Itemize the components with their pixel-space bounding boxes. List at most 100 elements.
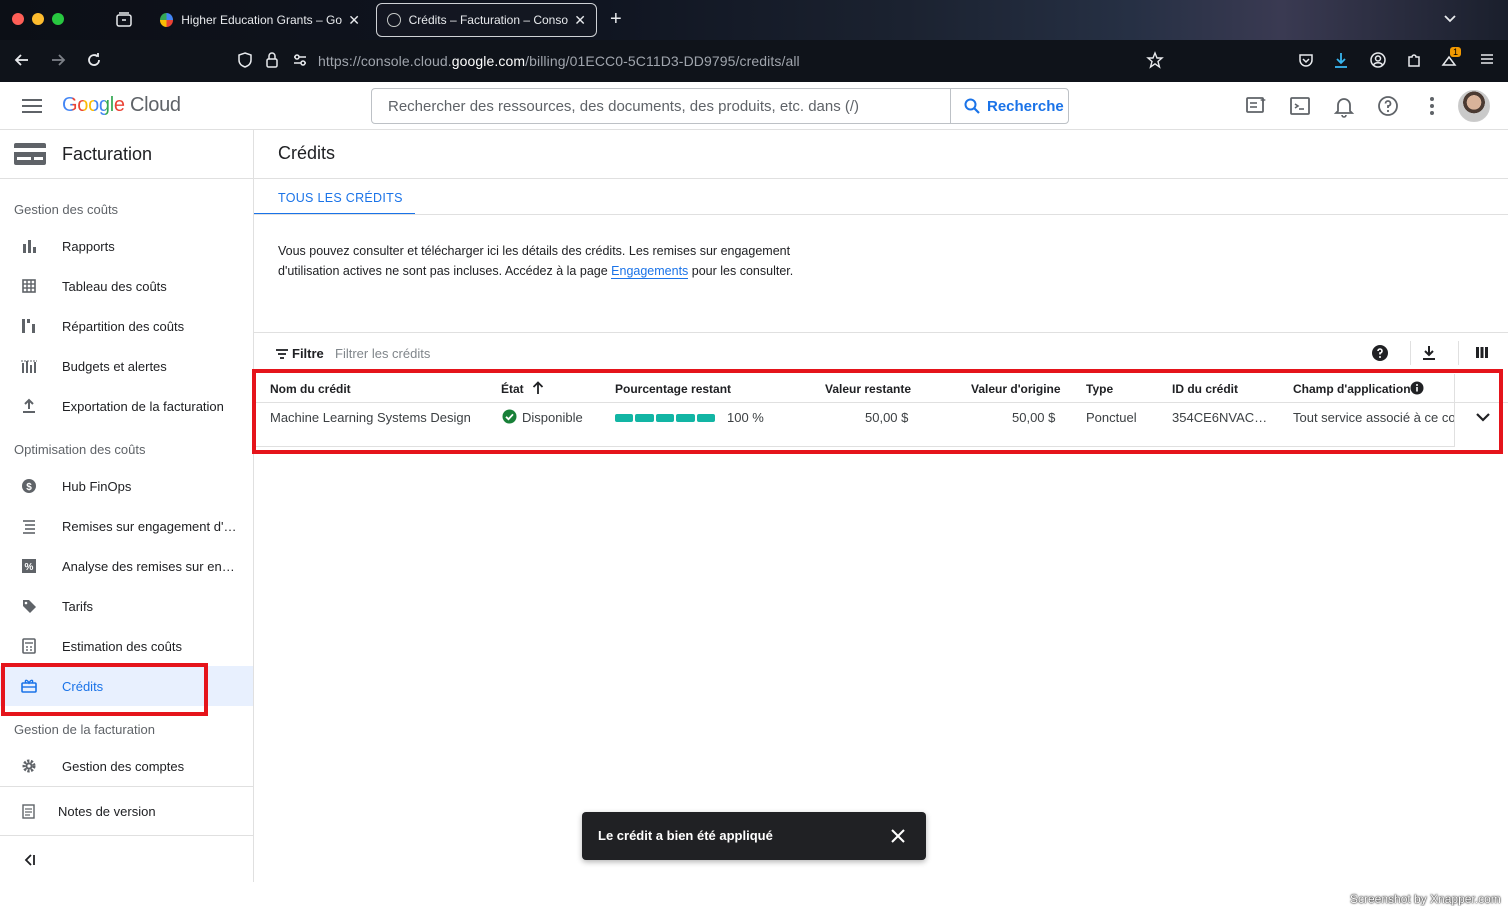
gemini-chat-icon[interactable] [1244,94,1268,118]
column-help-icon[interactable] [1371,344,1389,362]
search-icon [964,98,980,114]
sidebar-item-label: Notes de version [58,804,156,819]
billing-card-icon [14,143,46,165]
reload-icon[interactable] [84,51,104,74]
tab-title: Higher Education Grants – Goog [181,13,343,27]
search-button-label: Recherche [987,97,1064,115]
sidebar-item-analyse-remises[interactable]: % Analyse des remises sur engagement [0,546,253,586]
sidebar-item-gestion-des-comptes[interactable]: Gestion des comptes [0,746,253,786]
search-box[interactable]: Rechercher des ressources, des documents… [371,88,1069,124]
app-menu-icon[interactable] [1477,51,1497,72]
search-button[interactable]: Recherche [950,89,1069,123]
sidebar-item-label: Budgets et alertes [62,359,167,374]
minimize-window-button[interactable] [32,13,44,25]
filter-icon[interactable] [275,347,289,359]
sidebar-item-repartition-des-couts[interactable]: Répartition des coûts [0,306,253,346]
search-input[interactable]: Rechercher des ressources, des documents… [388,98,859,115]
new-tab-icon[interactable]: + [610,8,622,31]
sidebar-item-budgets-et-alertes[interactable]: Budgets et alertes [0,346,253,386]
pocket-icon[interactable] [1296,51,1316,74]
sidebar-item-label: Analyse des remises sur engagement [62,559,240,574]
filter-input[interactable]: Filtrer les crédits [335,346,430,361]
sidebar-item-estimation-des-couts[interactable]: Estimation des coûts [0,626,253,666]
notes-icon [21,803,37,819]
help-icon[interactable] [1376,94,1400,118]
tab-all-credits[interactable]: TOUS LES CRÉDITS [254,180,415,215]
forward-icon[interactable] [48,51,68,74]
logo-google: Google [62,94,125,116]
account-icon[interactable] [1368,51,1388,74]
section-cost-optimization: Optimisation des coûts [14,442,146,457]
sidebar-item-label: Tarifs [62,599,94,614]
list-all-tabs-icon[interactable] [1442,10,1458,31]
snackbar-close-icon[interactable] [888,826,908,846]
toolbar-divider [1458,341,1459,365]
google-cloud-logo[interactable]: Google Cloud [62,94,181,117]
percent-icon: % [21,558,37,574]
section-cost-management: Gestion des coûts [14,202,119,217]
sidebar-divider [0,835,253,836]
close-window-button[interactable] [12,13,24,25]
sidebar-item-label: Gestion des comptes [62,759,185,774]
url-path: /billing/01ECC0-5C11D3-DD9795/credits/al… [525,53,800,69]
url-prefix: https://console.cloud. [318,53,452,69]
snackbar-message: Le crédit a bien été appliqué [598,828,773,843]
sidebar-item-label: Exportation de la facturation [62,399,224,414]
download-icon[interactable] [1331,51,1351,74]
tab-credits-console[interactable]: Crédits – Facturation – Console ✕ [376,3,597,37]
tracking-protection-icon[interactable] [235,51,255,74]
maximize-window-button[interactable] [52,13,64,25]
title-divider [254,178,1508,179]
highlight-table-annotation [252,369,1503,454]
tab-higher-education-grants[interactable]: Higher Education Grants – Goog ✕ [150,3,370,37]
engagements-link[interactable]: Engagements [611,264,689,279]
sidebar-item-label: Hub FinOps [62,479,132,494]
tab-divider [254,214,1508,215]
sidebar-item-tarifs[interactable]: Tarifs [0,586,253,626]
table-icon [21,278,37,294]
browser-tab-bar: Higher Education Grants – Goog ✕ Crédits… [0,0,1508,40]
back-icon[interactable] [12,51,32,74]
notifications-bell-icon[interactable] [1332,94,1356,118]
download-csv-icon[interactable] [1420,344,1438,362]
sidebar-item-tableau-des-couts[interactable]: Tableau des coûts [0,266,253,306]
notification-badge: 1 [1450,47,1462,57]
console-favicon-icon [387,13,401,27]
gear-icon [21,758,37,774]
description-text-end: pour les consulter. [688,264,794,278]
bar-chart-icon [21,238,37,254]
collapse-sidebar-icon[interactable] [22,852,38,868]
column-display-icon[interactable] [1474,344,1492,362]
extensions-icon[interactable] [1404,51,1424,74]
sidebar-item-hub-finops[interactable]: $ Hub FinOps [0,466,253,506]
sidebar-item-remises-engagement[interactable]: Remises sur engagement d'utilisation [0,506,253,546]
breakdown-icon [21,318,37,334]
section-billing-management: Gestion de la facturation [14,722,155,737]
tab-overview-icon[interactable] [115,11,133,29]
bookmark-star-icon[interactable] [1145,51,1165,74]
permissions-icon[interactable] [290,51,310,74]
more-options-icon[interactable] [1420,94,1444,118]
sidebar-divider [0,786,253,787]
sidebar-item-exportation[interactable]: Exportation de la facturation [0,386,253,426]
google-cloud-favicon-icon [160,13,174,27]
sidebar-title: Facturation [62,144,153,164]
sidebar-item-rapports[interactable]: Rapports [0,226,253,266]
avatar[interactable] [1458,90,1490,122]
sidebar-item-label: Estimation des coûts [62,639,182,654]
close-tab-icon[interactable]: ✕ [348,12,360,29]
close-tab-icon[interactable]: ✕ [574,12,586,29]
sidebar-item-notes-de-version[interactable]: Notes de version [0,791,253,831]
budget-icon [21,358,37,374]
sidebar-item-label: Répartition des coûts [62,319,185,334]
sidebar-item-label: Tableau des coûts [62,279,167,294]
cloud-shell-icon[interactable] [1288,94,1312,118]
extension-badge-icon[interactable]: 1 [1440,47,1462,74]
svg-text:%: % [25,562,34,573]
main-menu-icon[interactable] [22,99,42,113]
filter-label[interactable]: Filtre [292,346,324,361]
address-bar[interactable]: https://console.cloud.google.com/billing… [318,53,800,69]
svg-text:$: $ [26,482,32,493]
lock-icon[interactable] [262,51,282,74]
tab-title: Crédits – Facturation – Console [408,13,569,27]
